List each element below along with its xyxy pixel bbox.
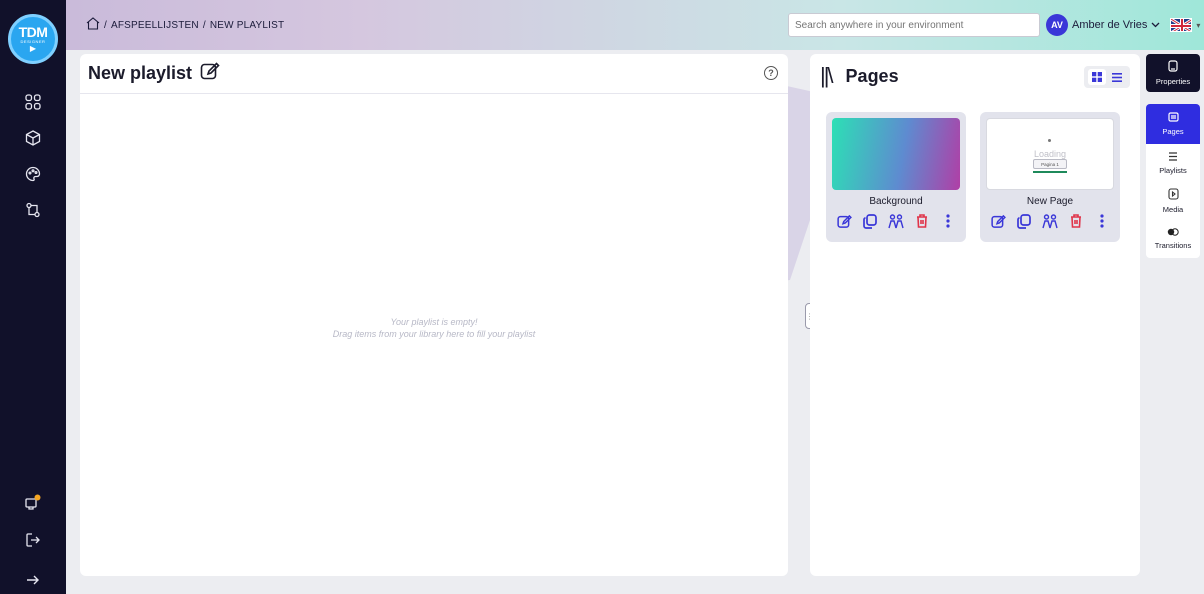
logout-icon[interactable] (21, 528, 45, 552)
page-card-actions (980, 213, 1120, 229)
edit-icon[interactable] (990, 213, 1006, 229)
cube-icon[interactable] (21, 126, 45, 150)
tab-playlists[interactable]: Playlists (1146, 144, 1200, 182)
user-name: Amber de Vries (1072, 19, 1148, 31)
page-card[interactable]: Loading Pagina 1 New Page (980, 112, 1120, 242)
sidebar: TDM DESIGNER ▶ (0, 0, 66, 594)
tab-media-label: Media (1162, 205, 1184, 214)
empty-title: Your playlist is empty! (390, 317, 478, 327)
page-title: New playlist (88, 63, 193, 83)
user-menu[interactable]: AV Amber de Vries ▾ (1046, 13, 1200, 37)
duplicate-icon[interactable] (1016, 213, 1032, 229)
workflow-icon[interactable] (21, 198, 45, 222)
page-thumbnail[interactable] (832, 118, 960, 190)
more-options-icon[interactable] (940, 213, 956, 229)
breadcrumb-current: NEW PLAYLIST (209, 19, 285, 31)
more-options-icon[interactable] (1094, 213, 1110, 229)
page-thumbnail[interactable]: Loading Pagina 1 (986, 118, 1114, 190)
empty-hint: Drag items from your library here to fil… (332, 329, 536, 339)
tab-properties[interactable]: Properties (1146, 54, 1200, 92)
play-icon: ▶ (29, 44, 37, 53)
breadcrumb: / AFSPEELLIJSTEN / NEW PLAYLIST (86, 15, 284, 35)
thumbnail-loading-text: Loading (1033, 149, 1067, 159)
pages-panel: ||\ Pages Background Loading Pagina 1 Ne… (810, 54, 1140, 576)
delete-icon[interactable] (1068, 213, 1084, 229)
page-card-label: New Page (1026, 196, 1074, 207)
edit-icon[interactable] (836, 213, 852, 229)
tab-pages[interactable]: Pages (1146, 104, 1200, 144)
page-card[interactable]: Background (826, 112, 966, 242)
search-input[interactable] (788, 13, 1040, 37)
tab-transitions-label: Transitions (1154, 241, 1192, 250)
logo-text: TDM (18, 24, 48, 40)
empty-playlist-message: Your playlist is empty! Drag items from … (80, 316, 788, 340)
tab-transitions[interactable]: Transitions (1146, 220, 1200, 258)
delete-icon[interactable] (914, 213, 930, 229)
thumbnail-button: Pagina 1 (1033, 159, 1067, 169)
share-users-icon[interactable] (1042, 213, 1058, 229)
media-icon (1167, 188, 1179, 202)
tab-properties-label: Properties (1155, 77, 1191, 86)
pages-title: Pages (845, 65, 899, 86)
right-tabbar: Properties Pages Playlists Media Transit… (1146, 54, 1200, 258)
share-users-icon[interactable] (888, 213, 904, 229)
transitions-icon (1167, 228, 1179, 238)
tab-pages-label: Pages (1162, 127, 1184, 136)
thumbnail-dot (1048, 139, 1051, 142)
tab-media[interactable]: Media (1146, 182, 1200, 220)
edit-title-icon[interactable] (200, 61, 220, 86)
pages-icon (1167, 112, 1179, 124)
view-toggle (1084, 66, 1130, 88)
page-card-label: Background (869, 196, 923, 207)
app-logo[interactable]: TDM DESIGNER ▶ (8, 14, 58, 64)
thumbnail-underline (1033, 171, 1067, 173)
chevron-down-icon (1151, 19, 1160, 31)
avatar: AV (1046, 14, 1068, 36)
properties-icon (1168, 60, 1178, 74)
dashboard-icon[interactable] (21, 90, 45, 114)
breadcrumb-playlists[interactable]: AFSPEELLIJSTEN (111, 20, 199, 31)
language-flag-icon[interactable] (1170, 18, 1193, 32)
notifications-icon[interactable] (21, 490, 45, 514)
palette-icon[interactable] (21, 162, 45, 186)
tab-playlists-label: Playlists (1159, 165, 1187, 175)
list-view-icon[interactable] (1108, 69, 1126, 85)
help-icon[interactable]: ? (764, 66, 778, 80)
playlists-icon (1168, 151, 1178, 163)
page-card-actions (826, 213, 966, 229)
grid-view-icon[interactable] (1088, 69, 1106, 85)
breadcrumb-separator: / (104, 19, 107, 31)
language-chevron-icon[interactable]: ▾ (1196, 21, 1200, 30)
library-icon: ||\ (820, 63, 833, 88)
playlist-panel: New playlist ? Your playlist is empty! D… (80, 54, 788, 576)
home-icon[interactable] (86, 17, 100, 33)
expand-sidebar-icon[interactable] (21, 568, 45, 592)
breadcrumb-separator: / (202, 19, 206, 31)
duplicate-icon[interactable] (862, 213, 878, 229)
